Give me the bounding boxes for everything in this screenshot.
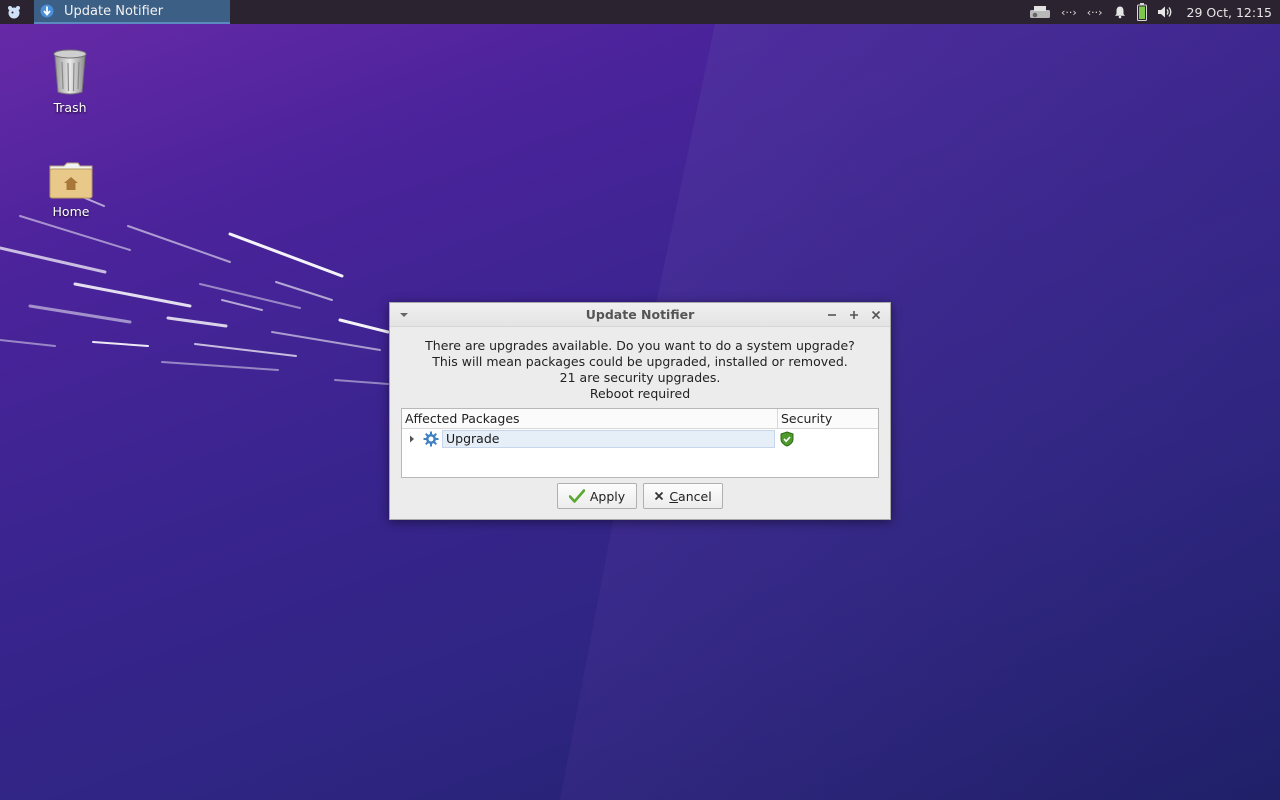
- affected-packages-table[interactable]: Affected Packages Security Upgrade: [401, 408, 879, 478]
- update-arrow-icon: [40, 4, 54, 18]
- cancel-button-label: Cancel: [669, 489, 711, 504]
- message-line: 21 are security upgrades.: [559, 370, 721, 385]
- dialog-titlebar[interactable]: Update Notifier: [390, 303, 890, 327]
- trash-icon: [53, 49, 87, 95]
- taskbar-item-update-notifier[interactable]: Update Notifier: [34, 0, 230, 24]
- message-line: Reboot required: [589, 386, 691, 401]
- cancel-label-rest: ancel: [678, 488, 712, 504]
- desktop-icon-label: Trash: [53, 100, 87, 115]
- minimize-icon: [828, 314, 836, 316]
- network-icon[interactable]: ‹··›: [1061, 0, 1077, 24]
- xfce-mouse-icon: [8, 6, 20, 19]
- dialog-message: There are upgrades available. Do you wan…: [390, 327, 890, 402]
- desktop-icon-home[interactable]: Home: [31, 160, 111, 219]
- minimize-button[interactable]: [824, 307, 840, 323]
- volume-icon[interactable]: [1157, 0, 1173, 24]
- home-folder-icon: [49, 162, 93, 199]
- column-header-affected-packages[interactable]: Affected Packages: [402, 409, 778, 428]
- cancel-mnemonic: C: [669, 488, 679, 504]
- package-name-cell[interactable]: Upgrade: [442, 429, 775, 448]
- dialog-buttons: Apply Cancel: [390, 483, 890, 509]
- maximize-icon: [850, 311, 858, 319]
- column-header-security[interactable]: Security: [778, 409, 878, 428]
- close-button[interactable]: [868, 307, 884, 323]
- taskbar-item-label: Update Notifier: [64, 3, 164, 19]
- network-icon[interactable]: ‹··›: [1087, 0, 1103, 24]
- desktop-icon-label: Home: [52, 204, 90, 219]
- gear-icon: [422, 430, 440, 448]
- cancel-button[interactable]: Cancel: [643, 483, 723, 509]
- network-glyph: ‹··›: [1060, 5, 1077, 19]
- clock[interactable]: 29 Oct, 12:15: [1187, 5, 1272, 20]
- desktop-icon-trash[interactable]: Trash: [30, 48, 110, 115]
- chevron-right-icon: [410, 435, 414, 442]
- update-notifier-dialog: Update Notifier There are upgrades avail…: [389, 302, 891, 520]
- shield-check-icon: [780, 430, 794, 447]
- message-line: This will mean packages could be upgrade…: [432, 354, 848, 369]
- message-line: There are upgrades available. Do you wan…: [425, 338, 855, 353]
- printer-icon[interactable]: [1029, 0, 1051, 24]
- table-row[interactable]: Upgrade: [402, 429, 878, 448]
- dialog-title: Update Notifier: [585, 307, 695, 322]
- row-expander[interactable]: [402, 435, 422, 443]
- table-header: Affected Packages Security: [402, 409, 878, 429]
- notification-bell-icon[interactable]: [1113, 0, 1127, 24]
- close-icon: [871, 310, 881, 320]
- apply-button[interactable]: Apply: [557, 483, 637, 509]
- battery-icon[interactable]: [1136, 0, 1147, 24]
- apply-button-label: Apply: [589, 488, 626, 504]
- applications-menu-button[interactable]: [0, 0, 28, 24]
- close-icon: [655, 491, 664, 501]
- system-tray: ‹··› ‹··› 29 Oct, 12:15: [1029, 0, 1280, 24]
- top-panel: Update Notifier ‹··› ‹··› 29 Oct, 12:15: [0, 0, 1280, 24]
- maximize-button[interactable]: [846, 307, 862, 323]
- network-glyph: ‹··›: [1086, 5, 1103, 19]
- checkmark-icon: [568, 489, 585, 503]
